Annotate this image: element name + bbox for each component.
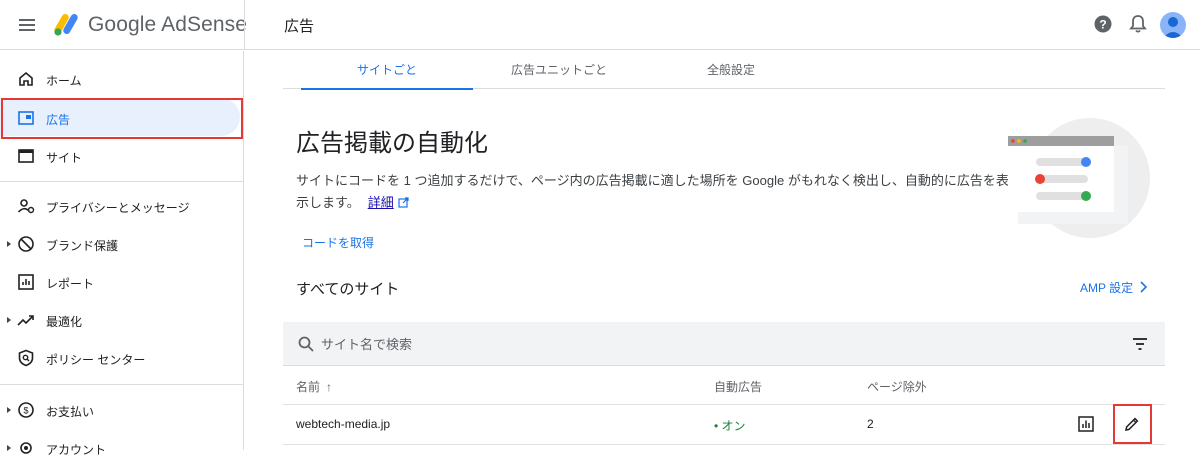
- account-gear-icon: [20, 442, 32, 454]
- auto-ads-description: サイトにコードを 1 つ追加するだけで、ページ内の広告掲載に適した場所を Goo…: [296, 170, 1016, 214]
- block-icon: [18, 236, 34, 252]
- sidebar-item-reports[interactable]: レポート: [0, 263, 244, 301]
- bell-icon[interactable]: [1129, 14, 1147, 34]
- search-icon: [298, 336, 314, 352]
- page-title: 広告: [284, 18, 315, 35]
- sites-icon: [18, 149, 34, 163]
- all-sites-heading: すべてのサイト: [296, 281, 400, 298]
- avatar[interactable]: [1160, 12, 1186, 38]
- learn-more-label: 詳細: [367, 195, 394, 210]
- menu-icon[interactable]: [17, 15, 37, 35]
- avatar-person-icon: [1163, 17, 1183, 38]
- site-name-cell[interactable]: webtech-media.jp: [296, 417, 390, 431]
- sidebar-item-home[interactable]: ホーム: [0, 60, 244, 98]
- sort-ascending-icon: ↑: [326, 380, 333, 394]
- policy-icon: [18, 349, 34, 367]
- sidebar-item-label: ポリシー センター: [46, 353, 146, 367]
- brand-google: Google: [88, 13, 157, 36]
- expand-caret-icon: [7, 407, 11, 413]
- sidebar-item-label: ホーム: [46, 74, 82, 88]
- learn-more-link[interactable]: 詳細: [368, 195, 409, 210]
- site-search-bar: [283, 322, 1165, 366]
- tab-global-settings[interactable]: 全般設定: [645, 51, 817, 89]
- report-icon: [18, 274, 34, 290]
- status-dot-icon: •: [714, 419, 719, 433]
- svg-text:?: ?: [1099, 18, 1106, 32]
- external-link-icon: [398, 197, 409, 208]
- edit-pencil-icon[interactable]: [1124, 416, 1140, 432]
- amp-settings-link[interactable]: AMP 設定: [1080, 279, 1133, 296]
- sidebar-divider: [0, 384, 244, 385]
- column-header-name[interactable]: 名前 ↑: [296, 378, 332, 395]
- sidebar-item-label: サイト: [46, 151, 83, 165]
- home-icon: [19, 71, 33, 86]
- sidebar-item-label: レポート: [46, 277, 95, 291]
- expand-caret-icon: [7, 317, 11, 323]
- sidebar-item-label: お支払い: [46, 405, 95, 419]
- chevron-right-icon[interactable]: [1138, 281, 1148, 293]
- top-app-bar: Google AdSense 広告 ?: [0, 0, 1200, 50]
- sidebar-item-account[interactable]: アカウント: [0, 429, 244, 467]
- bar-chart-icon[interactable]: [1078, 416, 1094, 432]
- sidebar-item-brand-safety[interactable]: ブランド保護: [0, 225, 244, 263]
- tab-by-ad-unit[interactable]: 広告ユニットごと: [473, 51, 645, 89]
- page-exclusions-cell: 2: [867, 417, 874, 431]
- sidebar-item-sites[interactable]: サイト: [0, 137, 244, 175]
- table-divider: [283, 404, 1165, 405]
- svg-text:$: $: [23, 406, 28, 416]
- sidebar-item-policy-center[interactable]: ポリシー センター: [0, 339, 244, 377]
- privacy-icon: [17, 199, 35, 214]
- column-header-page-exclusions: ページ除外: [867, 380, 927, 394]
- column-header-label: 名前: [296, 380, 321, 394]
- expand-caret-icon: [7, 445, 11, 451]
- sidebar-item-label: 最適化: [46, 315, 83, 329]
- expand-caret-icon: [7, 241, 11, 247]
- topbar-divider: [244, 0, 245, 50]
- trending-icon: [17, 315, 34, 326]
- sidebar-divider: [0, 181, 244, 182]
- auto-ads-status: • オン: [714, 417, 746, 434]
- adsense-logo[interactable]: [52, 11, 82, 37]
- get-code-button[interactable]: コードを取得: [302, 234, 374, 251]
- auto-ads-illustration: [1008, 118, 1150, 238]
- sidebar-item-payments[interactable]: $ お支払い: [0, 391, 244, 429]
- brand-product: AdSense: [161, 13, 248, 36]
- auto-ads-heading: 広告掲載の自動化: [296, 130, 488, 157]
- column-header-auto-ads: 自動広告: [714, 380, 763, 394]
- sidebar-item-privacy[interactable]: プライバシーとメッセージ: [0, 187, 244, 225]
- sidebar-item-label: プライバシーとメッセージ: [46, 201, 190, 215]
- sidebar-item-label: ブランド保護: [46, 239, 119, 253]
- payments-icon: $: [18, 402, 34, 418]
- site-search-input[interactable]: [321, 332, 1021, 356]
- sidebar-item-optimization[interactable]: 最適化: [0, 301, 244, 339]
- tab-by-site[interactable]: サイトごと: [301, 51, 473, 90]
- brand-name: Google AdSense: [88, 13, 247, 37]
- tab-bar: サイトごと 広告ユニットごと 全般設定: [283, 51, 1165, 90]
- auto-ads-status-label: オン: [721, 419, 746, 433]
- help-icon[interactable]: ?: [1094, 15, 1112, 33]
- table-row-divider: [283, 444, 1165, 445]
- highlight-box-ads: [1, 98, 243, 139]
- filter-icon[interactable]: [1132, 337, 1148, 351]
